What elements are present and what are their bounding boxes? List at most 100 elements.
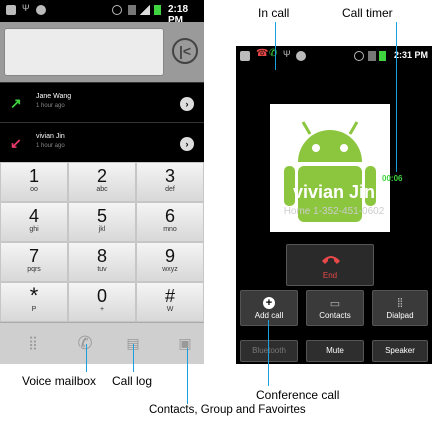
annotation-conference-call: Conference call <box>256 388 340 402</box>
call-log-name: Jane Wang <box>36 93 72 100</box>
message-icon <box>240 51 250 61</box>
contacts-button[interactable]: ▭ Contacts <box>306 290 364 326</box>
call-log-time: 1 hour ago <box>36 143 65 149</box>
in-call-screen: ☎ ✆ Ψ 2:31 PM 00:06 vivian Jin Home 1-35… <box>236 46 432 364</box>
chevron-right-icon[interactable]: › <box>180 97 194 111</box>
missed-call-icon: ☎ <box>256 48 269 59</box>
key-digit: 8 <box>96 246 107 266</box>
key-star[interactable]: * P <box>0 282 68 322</box>
add-call-label: Add call <box>254 311 284 320</box>
key-digit: * <box>29 283 39 308</box>
key-4[interactable]: 4 ghi <box>0 202 68 242</box>
key-letters: jkl <box>98 226 106 233</box>
dialpad-button[interactable]: ⣿ Dialpad <box>372 290 428 326</box>
sync-icon <box>354 51 364 61</box>
key-7[interactable]: 7 pqrs <box>0 242 68 282</box>
key-2[interactable]: 2 abc <box>68 162 136 202</box>
battery-icon <box>379 51 386 61</box>
in-call-icon: ✆ <box>269 48 278 59</box>
dialpad-icon: ⣿ <box>396 297 404 307</box>
usb-icon: Ψ <box>22 3 30 13</box>
key-letters: wxyz <box>162 266 178 273</box>
key-letters: abc <box>96 186 108 193</box>
missed-call-icon: ↙ <box>10 135 22 151</box>
backspace-icon: |< <box>172 38 198 64</box>
annotation-call-log: Call log <box>112 374 153 388</box>
key-8[interactable]: 8 tuv <box>68 242 136 282</box>
dialpad: 1 oo 2 abc 3 def 4 ghi 5 jkl 6 mno 7 pqrs 8 tuv … <box>0 162 204 322</box>
key-digit: 2 <box>96 166 107 186</box>
key-digit: 7 <box>28 246 39 266</box>
chevron-right-icon[interactable]: › <box>180 137 194 151</box>
dialer-bottom-bar: ⣿ ✆ ▤ ▣ <box>0 322 204 364</box>
mute-button[interactable]: Mute <box>306 340 364 362</box>
contacts-icon: ▭ <box>329 298 341 310</box>
android-debug-icon <box>296 51 306 61</box>
leader-line <box>268 320 269 386</box>
contacts-icon[interactable]: ▣ <box>170 329 200 357</box>
bluetooth-button[interactable]: Bluetooth <box>240 340 298 362</box>
key-9[interactable]: 9 wxyz <box>136 242 204 282</box>
signal-icon <box>140 5 150 15</box>
dial-input-area: |< <box>0 22 204 82</box>
key-letters: + <box>99 306 105 313</box>
key-digit: 5 <box>96 206 107 226</box>
key-letters: P <box>31 306 37 313</box>
voicemail-icon: oo <box>30 186 38 193</box>
caller-name: vivian Jin <box>292 182 376 202</box>
annotation-voice-mailbox: Voice mailbox <box>22 374 97 388</box>
message-icon <box>6 5 16 15</box>
key-digit: 4 <box>28 206 39 226</box>
status-bar: ☎ ✆ Ψ 2:31 PM <box>236 46 432 68</box>
outgoing-call-icon: ↗ <box>10 95 22 111</box>
status-time: 2:31 PM <box>394 50 429 60</box>
dialer-screen: Ψ 2:18 PM |< ↗ Jane Wang 1 hour ago › ↙ … <box>0 0 204 364</box>
dialpad-toggle-icon[interactable]: ⣿ <box>18 329 48 357</box>
call-log-name: vivian Jin <box>36 133 65 140</box>
key-letters: def <box>165 186 175 193</box>
key-letters: tuv <box>97 266 107 273</box>
usb-icon: Ψ <box>283 49 291 59</box>
backspace-button[interactable]: |< <box>172 35 200 69</box>
annotation-contacts-groups: Contacts, Group and Favoirtes <box>149 404 306 416</box>
key-3[interactable]: 3 def <box>136 162 204 202</box>
key-hash[interactable]: # W <box>136 282 204 322</box>
battery-icon <box>154 5 161 15</box>
key-digit: 9 <box>164 246 175 266</box>
phone-hangup-icon <box>322 256 340 264</box>
plus-icon: + <box>241 297 297 309</box>
key-6[interactable]: 6 mno <box>136 202 204 242</box>
dial-number-field[interactable] <box>4 28 164 76</box>
key-0[interactable]: 0 + <box>68 282 136 322</box>
key-letters: W <box>166 306 174 313</box>
sync-icon <box>112 5 122 15</box>
key-letters: mno <box>163 226 177 233</box>
speaker-button[interactable]: Speaker <box>372 340 428 362</box>
key-digit: 0 <box>96 286 107 306</box>
leader-line <box>396 22 397 172</box>
vibrate-icon <box>368 51 376 61</box>
leader-line <box>86 344 87 372</box>
key-digit: 6 <box>164 206 175 226</box>
status-bar: Ψ 2:18 PM <box>0 0 204 26</box>
annotation-in-call: In call <box>258 6 290 20</box>
end-call-label: End <box>322 271 338 280</box>
key-1[interactable]: 1 oo <box>0 162 68 202</box>
call-log-item[interactable]: ↙ vivian Jin 1 hour ago › <box>0 122 204 166</box>
android-debug-icon <box>36 5 46 15</box>
key-digit: # <box>164 286 175 306</box>
vibrate-icon <box>128 5 136 15</box>
add-call-button[interactable]: + Add call <box>240 290 298 326</box>
call-log-time: 1 hour ago <box>36 103 65 109</box>
leader-line <box>275 22 276 70</box>
voicemail-button-icon[interactable]: ✆ <box>70 329 100 357</box>
leader-line <box>133 344 134 372</box>
annotation-call-timer: Call timer <box>342 6 393 20</box>
key-letters: pqrs <box>27 266 41 273</box>
key-letters: ghi <box>29 226 39 233</box>
leader-line <box>187 348 188 404</box>
key-5[interactable]: 5 jkl <box>68 202 136 242</box>
end-call-button[interactable]: End <box>286 244 374 286</box>
call-log-item[interactable]: ↗ Jane Wang 1 hour ago › <box>0 82 204 126</box>
contacts-label: Contacts <box>319 311 351 320</box>
